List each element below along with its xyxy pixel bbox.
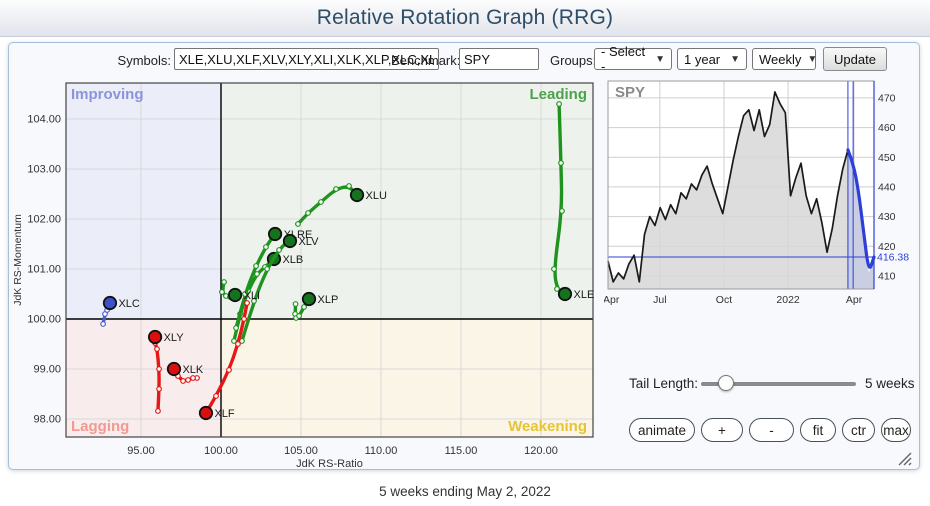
svg-text:440: 440	[878, 181, 896, 193]
svg-text:XLE: XLE	[574, 289, 595, 301]
svg-text:100.00: 100.00	[27, 314, 61, 326]
svg-text:XLI: XLI	[244, 290, 261, 302]
svg-text:XLK: XLK	[182, 364, 203, 376]
benchmark-label: Benchmark:	[391, 53, 457, 68]
frequency-select[interactable]: Weekly ▼	[752, 48, 816, 70]
tail-length-slider-thumb[interactable]	[718, 375, 734, 391]
svg-text:2022: 2022	[776, 294, 800, 306]
svg-text:115.00: 115.00	[445, 445, 478, 457]
svg-text:105.00: 105.00	[284, 445, 318, 457]
svg-text:Oct: Oct	[716, 294, 732, 306]
svg-text:99.00: 99.00	[33, 364, 61, 376]
svg-text:460: 460	[878, 122, 896, 134]
fit-button[interactable]: fit	[800, 418, 836, 442]
rrg-chart[interactable]: Improving Leading Lagging Weakening 95.00 100…	[9, 73, 613, 471]
chevron-down-icon: ▼	[655, 54, 665, 65]
svg-text:104.00: 104.00	[27, 114, 61, 126]
svg-text:JdK RS-Ratio: JdK RS-Ratio	[296, 458, 363, 470]
period-select-value: 1 year	[684, 52, 720, 67]
svg-text:Apr: Apr	[604, 294, 620, 306]
svg-text:JdK RS-Momentum: JdK RS-Momentum	[12, 214, 24, 306]
svg-text:XLF: XLF	[214, 408, 234, 420]
svg-text:410: 410	[878, 270, 896, 282]
svg-text:Improving: Improving	[71, 86, 144, 103]
svg-text:100.00: 100.00	[204, 445, 238, 457]
svg-text:XLC: XLC	[118, 298, 139, 310]
svg-text:102.00: 102.00	[27, 214, 61, 226]
zoom-in-button[interactable]: +	[701, 418, 743, 442]
period-select[interactable]: 1 year ▼	[677, 48, 747, 70]
zoom-out-button[interactable]: -	[749, 418, 794, 442]
benchmark-input[interactable]	[459, 48, 539, 70]
date-range-caption: 5 weeks ending May 2, 2022	[0, 484, 930, 499]
svg-text:95.00: 95.00	[127, 445, 155, 457]
svg-text:Jul: Jul	[653, 294, 666, 306]
svg-text:Apr: Apr	[846, 294, 863, 306]
groups-select-value: - Select -	[601, 44, 649, 74]
svg-text:XLV: XLV	[298, 236, 319, 248]
resize-handle[interactable]	[895, 449, 913, 467]
svg-text:430: 430	[878, 211, 896, 223]
groups-label: Groups:	[550, 53, 594, 68]
rrg-app: Relative Rotation Graph (RRG) Symbols: B…	[0, 0, 930, 506]
svg-text:XLY: XLY	[164, 332, 185, 344]
svg-text:101.00: 101.00	[27, 264, 61, 276]
svg-text:103.00: 103.00	[27, 164, 61, 176]
svg-text:XLB: XLB	[282, 254, 303, 266]
svg-text:Lagging: Lagging	[71, 418, 129, 435]
svg-text:SPY: SPY	[615, 84, 645, 101]
tail-length-value: 5 weeks	[865, 376, 915, 391]
max-button[interactable]: max	[881, 418, 911, 442]
chevron-down-icon: ▼	[730, 54, 740, 65]
svg-text:470: 470	[878, 92, 896, 104]
svg-text:Leading: Leading	[529, 86, 587, 103]
benchmark-mini-chart[interactable]: 410420430440450460470416.38AprJulOct2022…	[604, 76, 920, 318]
svg-text:120.00: 120.00	[524, 445, 558, 457]
svg-text:98.00: 98.00	[33, 414, 61, 426]
tail-length-row: Tail Length: 5 weeks	[621, 373, 917, 395]
frequency-select-value: Weekly	[759, 52, 801, 67]
svg-text:416.38: 416.38	[877, 252, 909, 264]
svg-text:110.00: 110.00	[365, 445, 398, 457]
svg-text:XLU: XLU	[366, 190, 387, 202]
animate-button[interactable]: animate	[629, 418, 695, 442]
chart-buttons-row: animate+-fitctrmax	[629, 418, 911, 442]
svg-text:450: 450	[878, 152, 896, 164]
ctr-button[interactable]: ctr	[842, 418, 875, 442]
update-button[interactable]: Update	[823, 47, 887, 71]
svg-text:Weakening: Weakening	[508, 418, 587, 435]
svg-text:XLP: XLP	[318, 294, 339, 306]
rrg-panel: Symbols: Benchmark: Groups: - Select - ▼…	[8, 42, 920, 470]
page-title: Relative Rotation Graph (RRG)	[317, 6, 613, 30]
symbols-label: Symbols:	[109, 53, 171, 68]
groups-select[interactable]: - Select - ▼	[594, 48, 672, 70]
tail-length-label: Tail Length:	[629, 376, 698, 391]
app-header: Relative Rotation Graph (RRG)	[0, 0, 930, 37]
chevron-down-icon: ▼	[807, 54, 817, 65]
